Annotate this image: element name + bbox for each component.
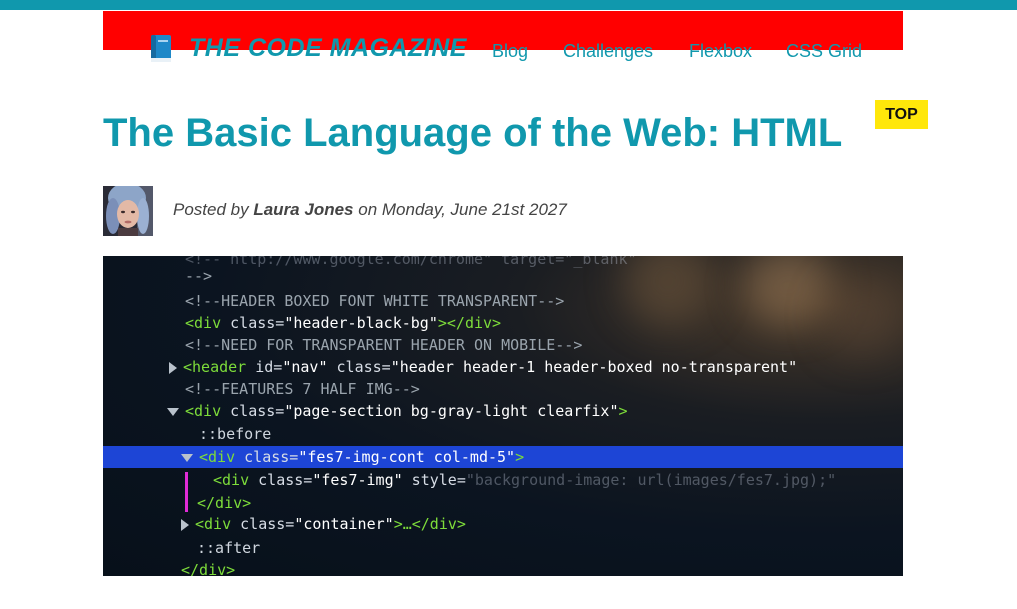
article-byline: Posted by Laura Jones on Monday, June 21… bbox=[173, 200, 567, 220]
code-line: --> bbox=[185, 267, 213, 285]
collapse-arrow-icon[interactable] bbox=[169, 361, 177, 374]
code-line: <div class="header-black-bg"></div> bbox=[185, 314, 502, 332]
expand-arrow-icon[interactable] bbox=[167, 407, 179, 416]
code-line: <!--NEED FOR TRANSPARENT HEADER ON MOBIL… bbox=[185, 336, 583, 354]
byline-prefix: Posted by bbox=[173, 200, 249, 219]
nav-link-flexbox[interactable]: Flexbox bbox=[689, 41, 752, 62]
code-line: <div class="fes7-img" style="background-… bbox=[213, 471, 837, 489]
author-avatar bbox=[103, 186, 153, 236]
publish-date: Monday, June 21st 2027 bbox=[381, 200, 567, 219]
code-line: ::after bbox=[197, 539, 261, 557]
author-name: Laura Jones bbox=[253, 200, 354, 219]
article-title: The Basic Language of the Web: HTML bbox=[103, 111, 843, 155]
expand-arrow-icon[interactable] bbox=[181, 453, 193, 462]
code-line-highlighted: <div class="fes7-img-cont col-md-5"> bbox=[103, 446, 903, 468]
code-line: </div> bbox=[197, 494, 252, 512]
nav-link-challenges[interactable]: Challenges bbox=[563, 41, 653, 62]
back-to-top-button[interactable]: TOP bbox=[875, 100, 928, 129]
byline-on: on bbox=[358, 200, 378, 219]
nav-link-css-grid[interactable]: CSS Grid bbox=[786, 41, 862, 62]
code-line: <!-- http://www.google.com/chrome" targe… bbox=[185, 256, 637, 268]
hero-code-image: <!-- http://www.google.com/chrome" targe… bbox=[103, 256, 903, 576]
code-line: <!--HEADER BOXED FONT WHITE TRANSPARENT-… bbox=[185, 292, 565, 310]
collapse-arrow-icon[interactable] bbox=[181, 518, 189, 531]
nav-link-blog[interactable]: Blog bbox=[492, 41, 528, 62]
main-nav: Blog Challenges Flexbox CSS Grid bbox=[0, 41, 1017, 61]
code-block: <!-- http://www.google.com/chrome" targe… bbox=[103, 256, 903, 576]
code-line: ::before bbox=[199, 425, 272, 443]
code-line: <header id="nav" class="header header-1 … bbox=[169, 358, 797, 376]
code-line: <div class="page-section bg-gray-light c… bbox=[167, 402, 628, 420]
top-accent-border bbox=[0, 0, 1017, 10]
scope-indicator-bar bbox=[185, 472, 188, 512]
avatar-portrait-icon bbox=[103, 186, 153, 236]
code-line: <!--FEATURES 7 HALF IMG--> bbox=[185, 380, 420, 398]
code-line: </div> bbox=[181, 561, 236, 576]
code-line: <div class="container">…</div> bbox=[181, 515, 466, 533]
